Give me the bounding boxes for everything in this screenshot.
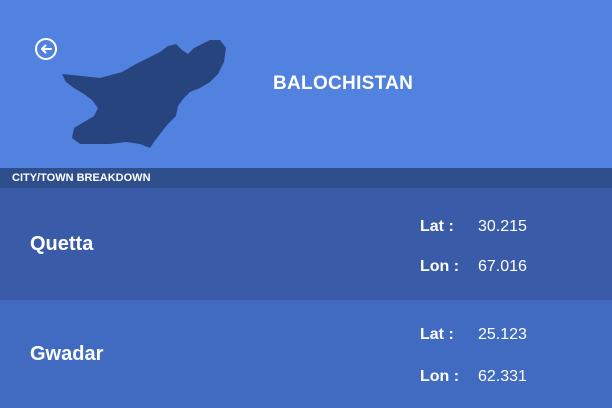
- page-title: BALOCHISTAN: [273, 73, 414, 94]
- longitude: Lon : 62.331: [420, 368, 527, 386]
- province-map: [62, 40, 226, 148]
- header: BALOCHISTAN: [0, 0, 612, 168]
- lon-value: 67.016: [478, 258, 527, 275]
- lat-label: Lat :: [420, 326, 454, 343]
- arrow-left-circle-icon: [35, 38, 57, 60]
- lat-value: 30.215: [478, 218, 527, 235]
- back-button[interactable]: [34, 37, 58, 61]
- city-name: Quetta: [30, 233, 94, 255]
- lon-label: Lon :: [420, 258, 460, 275]
- section-header: CITY/TOWN BREAKDOWN: [0, 168, 612, 188]
- longitude: Lon : 67.016: [420, 258, 527, 276]
- lat-value: 25.123: [478, 326, 527, 343]
- lon-label: Lon :: [420, 368, 460, 385]
- lon-value: 62.331: [478, 368, 527, 385]
- section-label: CITY/TOWN BREAKDOWN: [12, 172, 151, 184]
- city-name: Gwadar: [30, 343, 104, 365]
- list-item[interactable]: Quetta Lat : 30.215 Lon : 67.016: [0, 188, 612, 300]
- list-item[interactable]: Gwadar Lat : 25.123 Lon : 62.331: [0, 300, 612, 408]
- lat-label: Lat :: [420, 218, 454, 235]
- latitude: Lat : 25.123: [420, 326, 527, 344]
- latitude: Lat : 30.215: [420, 218, 527, 236]
